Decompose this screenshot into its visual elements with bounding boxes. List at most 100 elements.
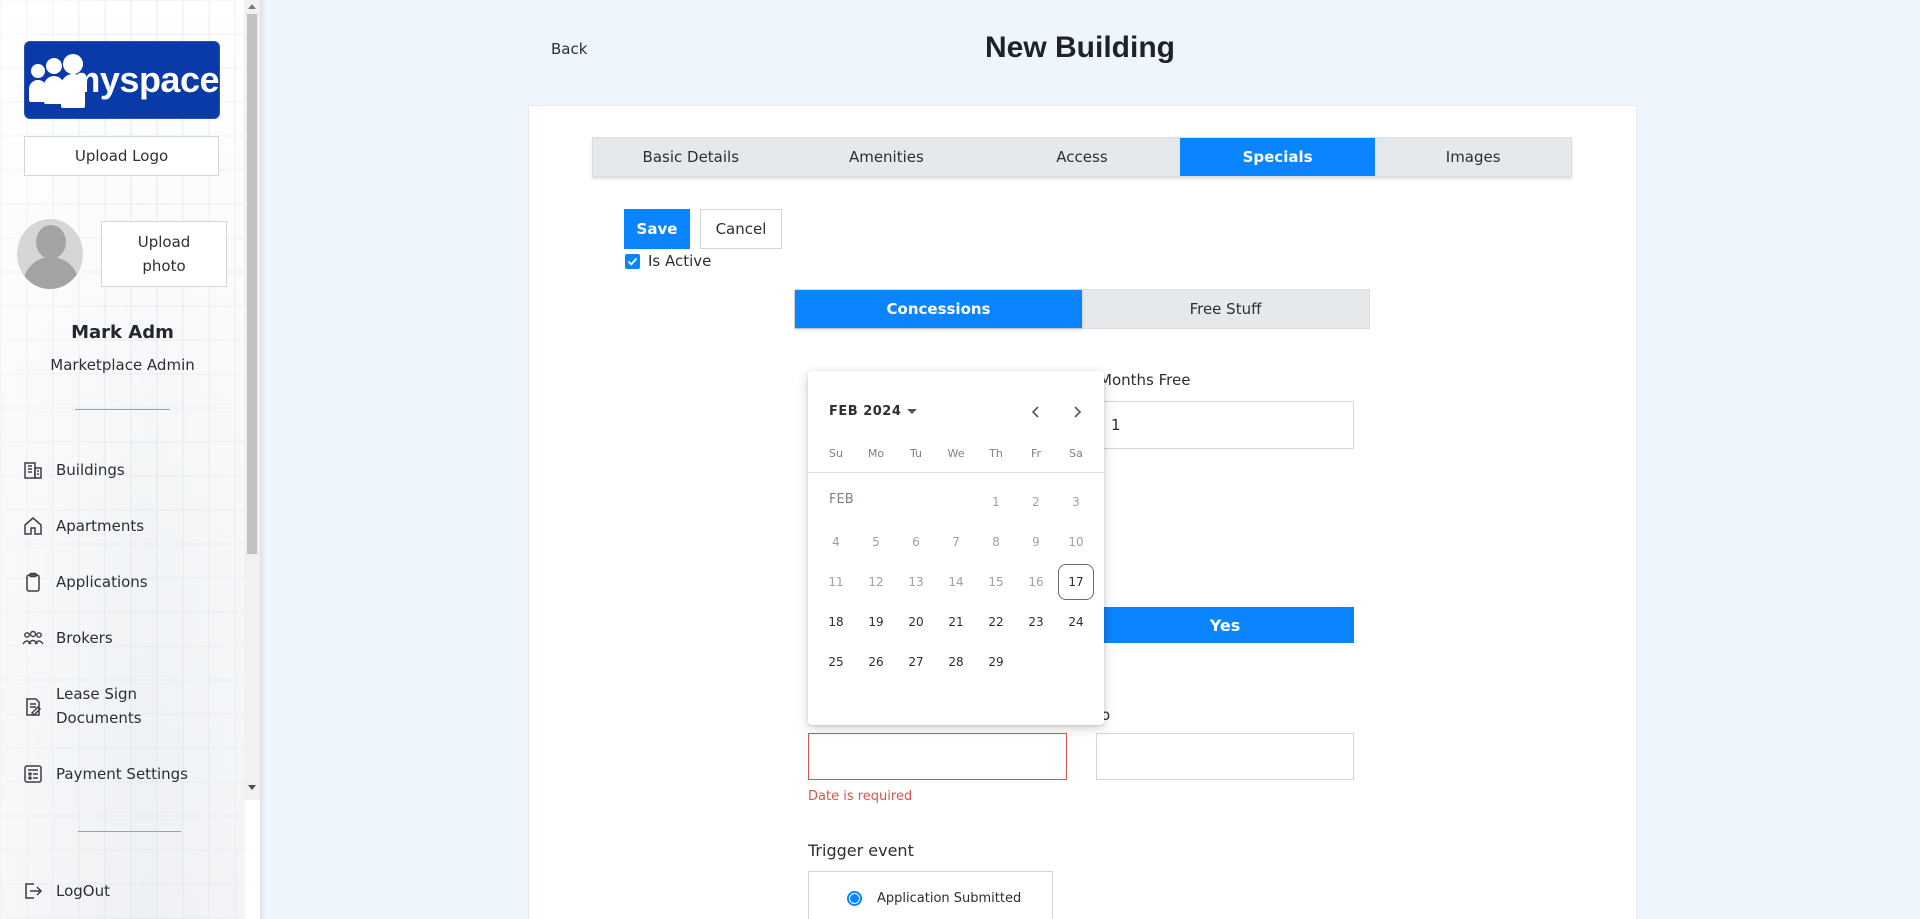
calendar-week-row: 11 12 13 14 15 16 17 xyxy=(816,562,1096,602)
tab-access[interactable]: Access xyxy=(984,138,1180,176)
calendar-grid: 1 2 3 4 5 6 7 8 9 10 11 12 13 14 15 16 17 18 19 20 21 22 23 24 2… xyxy=(816,482,1096,682)
tab-specials[interactable]: Specials xyxy=(1179,138,1376,176)
user-role: Marketplace Admin xyxy=(50,356,195,374)
calendar-day: 2 xyxy=(1032,495,1040,509)
calendar-day[interactable]: 22 xyxy=(976,602,1016,642)
calendar-empty-cell xyxy=(1016,642,1056,682)
weekday-label: We xyxy=(947,447,965,460)
calendar-day: 4 xyxy=(832,535,840,549)
user-name: Mark Adm xyxy=(71,322,174,343)
sidebar-item-lease-sign-documents[interactable]: Lease Sign Documents xyxy=(22,682,166,730)
scroll-down-arrow-icon[interactable] xyxy=(248,785,256,790)
is-active-checkbox[interactable] xyxy=(625,254,640,269)
calendar-day[interactable]: 18 xyxy=(816,602,856,642)
sidebar-item-payment-settings[interactable]: Payment Settings xyxy=(22,762,188,786)
tab-images[interactable]: Images xyxy=(1375,138,1571,176)
calendar-day[interactable]: 27 xyxy=(896,642,936,682)
buildings-icon xyxy=(22,459,44,481)
sidebar-item-brokers[interactable]: Brokers xyxy=(22,626,113,650)
months-free-label: Months Free xyxy=(1099,371,1191,389)
logout-label: LogOut xyxy=(56,882,110,900)
scroll-up-arrow-icon[interactable] xyxy=(248,4,256,9)
calendar-empty-cell xyxy=(936,482,976,522)
tab-amenities[interactable]: Amenities xyxy=(789,138,985,176)
application-submitted-radio[interactable] xyxy=(847,891,862,906)
calendar-day: 16 xyxy=(1028,575,1044,589)
sidebar-item-apartments[interactable]: Apartments xyxy=(22,514,144,538)
from-date-input[interactable] xyxy=(808,733,1067,780)
weekday-label: Th xyxy=(989,447,1003,460)
calendar-day[interactable]: 19 xyxy=(856,602,896,642)
previous-month-button[interactable] xyxy=(1026,402,1046,422)
sidebar-item-buildings[interactable]: Buildings xyxy=(22,458,125,482)
calendar-day: 7 xyxy=(952,535,960,549)
months-free-input[interactable]: 1 xyxy=(1096,401,1354,449)
back-link[interactable]: Back xyxy=(551,40,587,58)
calendar-day: 11 xyxy=(828,575,844,589)
document-edit-icon xyxy=(22,696,44,718)
logout-icon xyxy=(22,880,44,902)
calendar-day-today[interactable]: 17 xyxy=(1056,562,1096,602)
chevron-left-icon xyxy=(1031,406,1039,418)
calendar-day[interactable]: 23 xyxy=(1016,602,1056,642)
sidebar-item-label: Lease Sign Documents xyxy=(56,685,142,727)
calendar-day[interactable]: 21 xyxy=(936,602,976,642)
calendar-day: 12 xyxy=(868,575,884,589)
calendar-week-row: 25 26 27 28 29 xyxy=(816,642,1096,682)
weekday-label: Fr xyxy=(1030,447,1042,460)
calendar-day[interactable]: 26 xyxy=(856,642,896,682)
logo-text: myspace xyxy=(68,59,219,100)
segment-free-stuff[interactable]: Free Stuff xyxy=(1082,290,1369,328)
cancel-button[interactable]: Cancel xyxy=(700,209,782,249)
sidebar-item-label: Buildings xyxy=(56,461,125,479)
save-button[interactable]: Save xyxy=(624,209,690,249)
sidebar-item-applications[interactable]: Applications xyxy=(22,570,148,594)
month-year-selector[interactable]: FEB 2024 xyxy=(829,404,918,419)
weekday-label: Mo xyxy=(867,447,885,460)
calendar-day: 14 xyxy=(948,575,964,589)
calendar-empty-cell xyxy=(1056,642,1096,682)
sidebar-item-label: Brokers xyxy=(56,629,113,647)
special-type-toggle: Concessions Free Stuff xyxy=(794,289,1370,329)
calendar-day[interactable]: 28 xyxy=(936,642,976,682)
caret-down-icon xyxy=(907,409,918,414)
tab-bar: Basic Details Amenities Access Specials … xyxy=(592,137,1572,177)
myspace-logo: myspace xyxy=(24,41,220,119)
date-error-message: Date is required xyxy=(808,789,913,804)
calendar-day: 1 xyxy=(992,495,1000,509)
sidebar-divider xyxy=(75,409,170,410)
calendar-day: 9 xyxy=(1032,535,1040,549)
calendar-week-row: 4 5 6 7 8 9 10 xyxy=(816,522,1096,562)
calendar-day: 8 xyxy=(992,535,1000,549)
logout-link[interactable]: LogOut xyxy=(22,879,110,903)
home-icon xyxy=(22,515,44,537)
segment-concessions[interactable]: Concessions xyxy=(795,290,1082,328)
scrollbar-thumb[interactable] xyxy=(247,14,257,554)
calendar-empty-cell xyxy=(896,482,936,522)
clipboard-icon xyxy=(22,571,44,593)
upload-logo-button[interactable]: Upload Logo xyxy=(24,136,219,176)
weekday-label: Su xyxy=(829,447,843,460)
calendar-day[interactable]: 20 xyxy=(896,602,936,642)
avatar xyxy=(17,219,83,289)
yes-toggle-button[interactable]: Yes xyxy=(1096,607,1354,643)
calendar-day[interactable]: 29 xyxy=(976,642,1016,682)
calendar-day: 6 xyxy=(912,535,920,549)
upload-photo-button[interactable]: Upload photo xyxy=(101,221,227,287)
to-date-input[interactable] xyxy=(1096,733,1354,780)
sidebar: myspace Upload Logo Upload photo Mark Ad… xyxy=(0,0,260,919)
trigger-event-label: Trigger event xyxy=(808,841,914,860)
sidebar-item-label: Apartments xyxy=(56,517,145,535)
sidebar-scrollbar[interactable] xyxy=(244,0,260,800)
logo-people-icon xyxy=(29,50,85,110)
calendar-day[interactable]: 25 xyxy=(816,642,856,682)
next-month-button[interactable] xyxy=(1067,402,1087,422)
calendar-week-row: 1 2 3 xyxy=(816,482,1096,522)
calendar-empty-cell xyxy=(816,482,856,522)
application-submitted-label: Application Submitted xyxy=(877,891,1022,906)
calendar-day: 5 xyxy=(872,535,880,549)
calendar-day[interactable]: 24 xyxy=(1056,602,1096,642)
month-year-label: FEB 2024 xyxy=(829,404,902,419)
sidebar-item-label: Applications xyxy=(56,573,148,591)
tab-basic-details[interactable]: Basic Details xyxy=(593,138,789,176)
